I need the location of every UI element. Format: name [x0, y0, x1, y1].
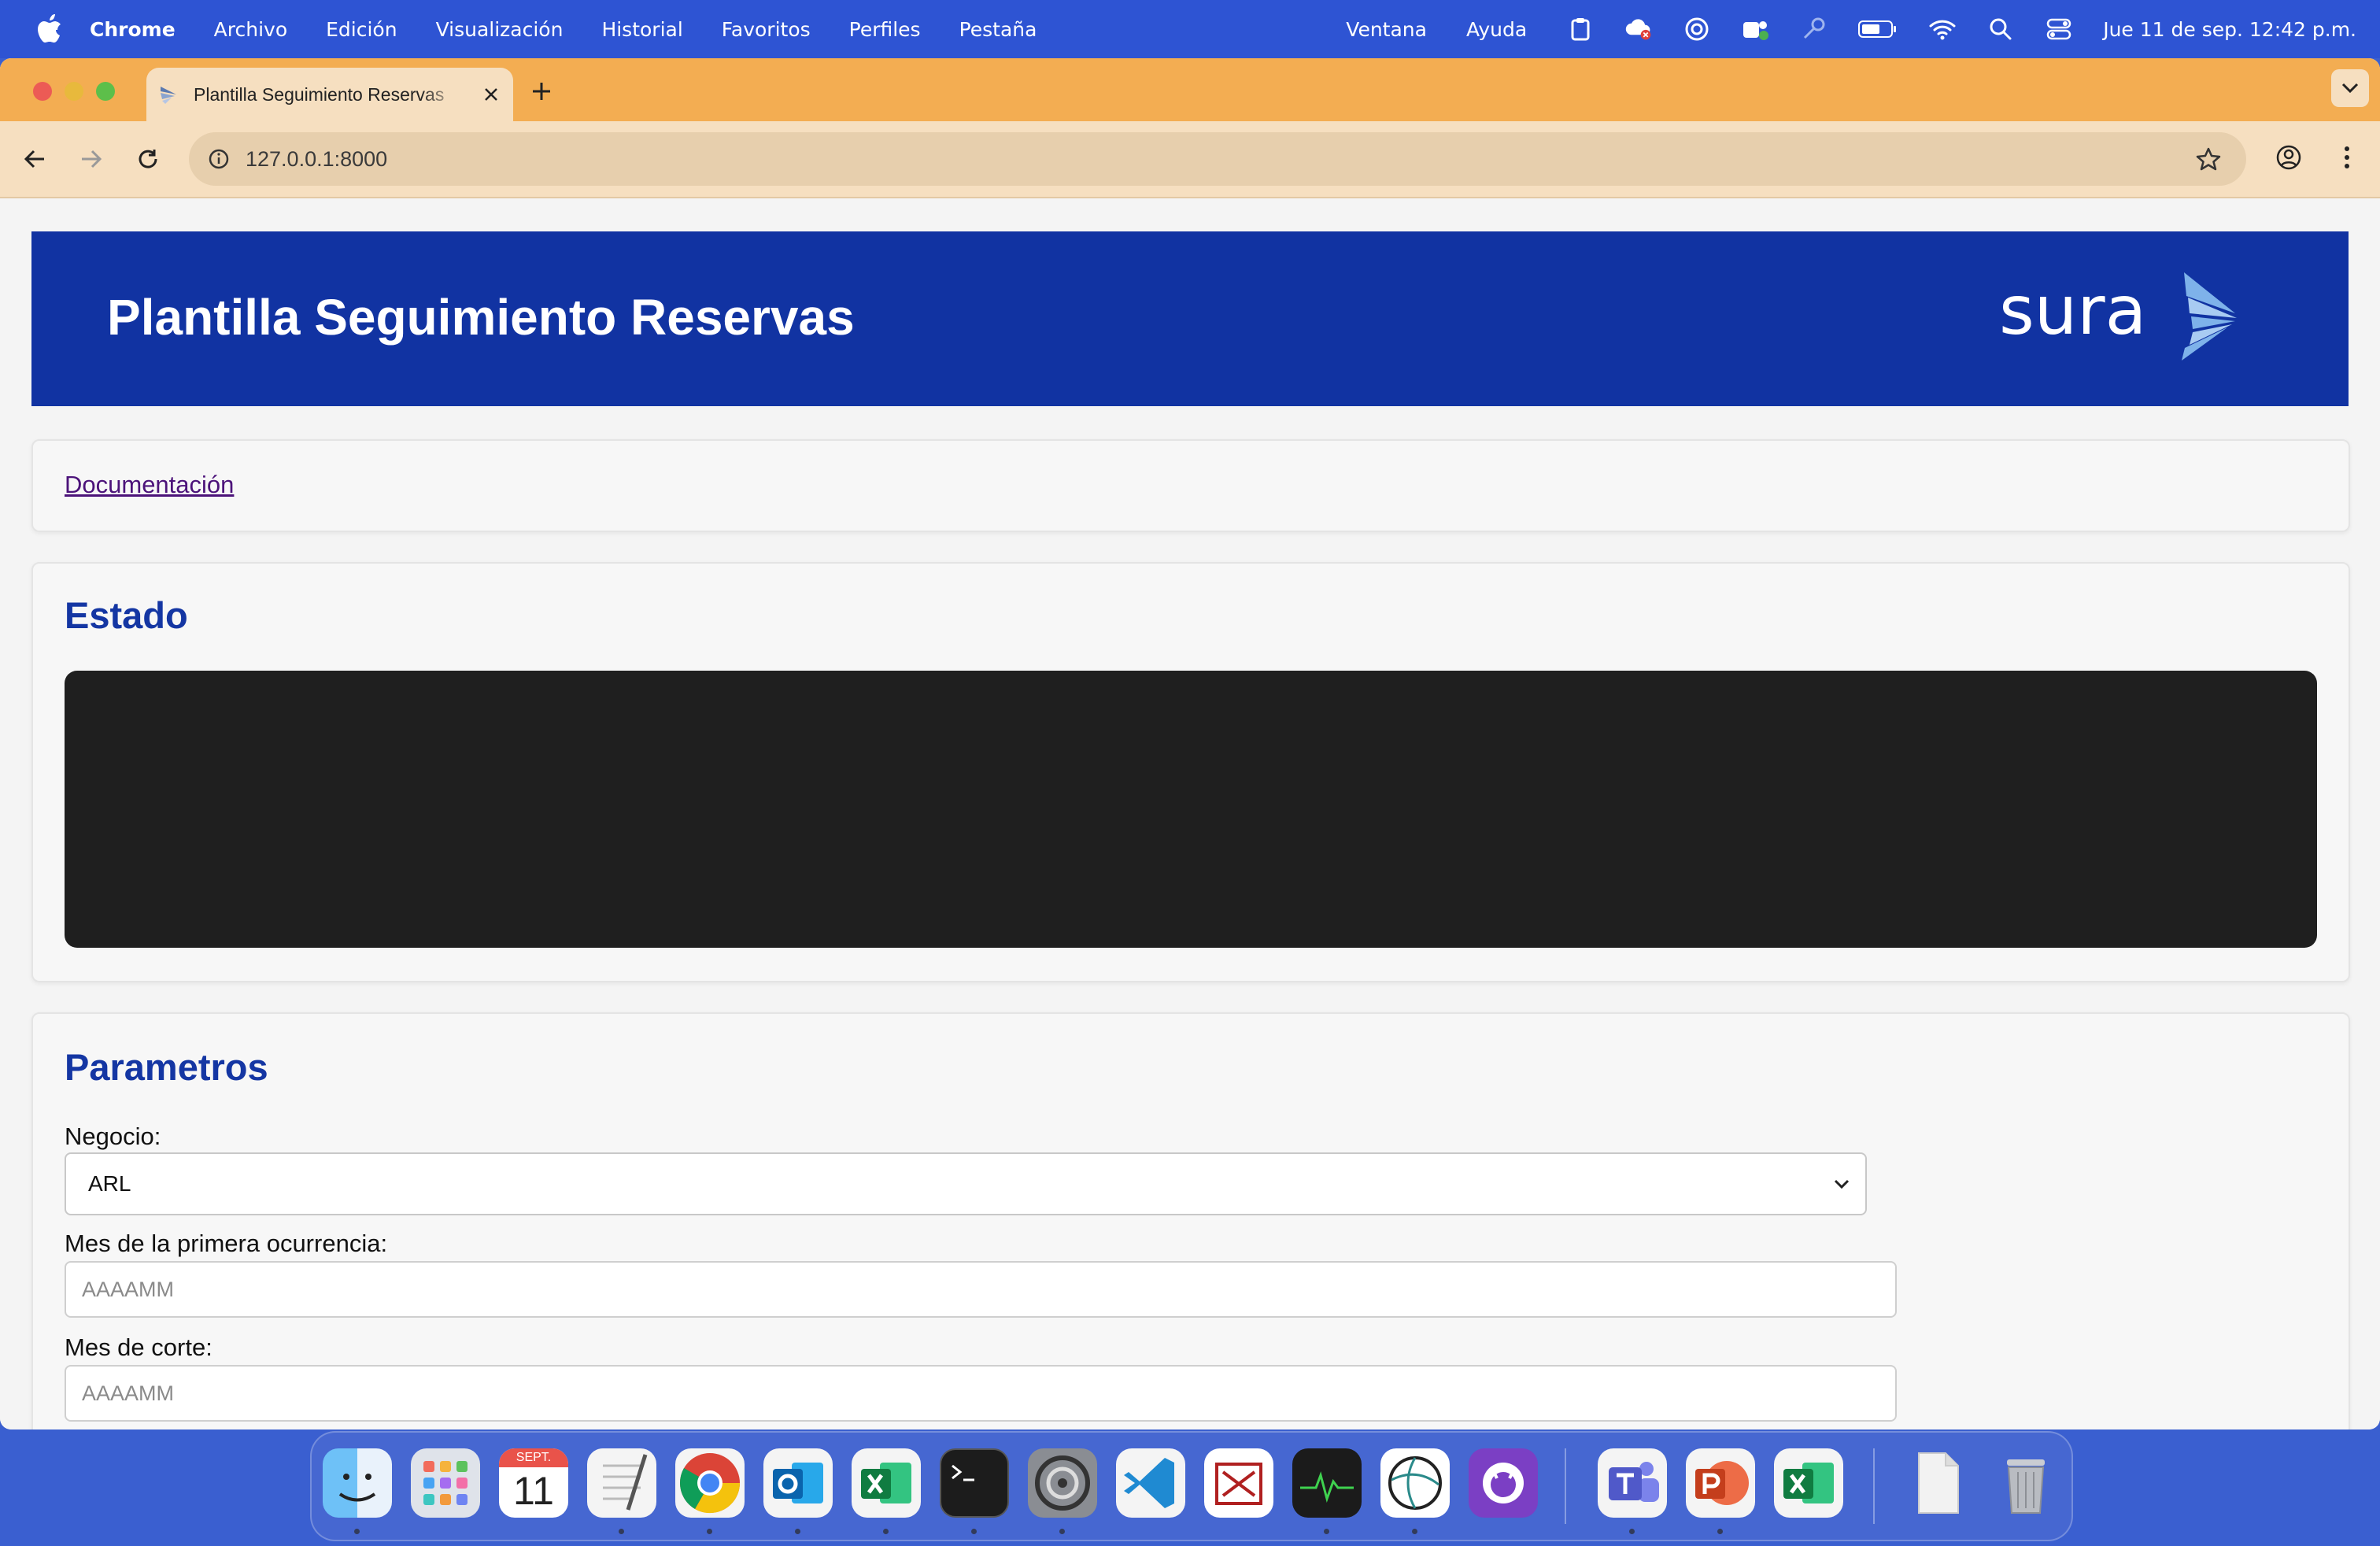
running-indicator — [795, 1529, 800, 1534]
calendar-month: SEPT. — [499, 1448, 568, 1467]
vpn-status-icon[interactable] — [1683, 15, 1711, 43]
teams-status-icon[interactable] — [1741, 15, 1769, 43]
apple-icon[interactable] — [31, 12, 66, 46]
menu-ventana[interactable]: Ventana — [1346, 18, 1427, 41]
tab-search-chevron-icon[interactable] — [2331, 69, 2369, 107]
page-content: Plantilla Seguimiento Reservas sura Docu… — [0, 198, 2380, 1429]
launchpad-icon[interactable] — [411, 1448, 480, 1518]
documentation-card: Documentación — [31, 439, 2350, 532]
control-center-icon[interactable] — [2045, 15, 2073, 43]
dock-separator — [1873, 1448, 1875, 1524]
sura-favicon-icon — [161, 87, 176, 104]
menu-archivo[interactable]: Archivo — [214, 18, 287, 41]
chrome-icon[interactable] — [675, 1448, 745, 1518]
textedit-icon[interactable] — [587, 1448, 656, 1518]
reload-icon[interactable] — [131, 142, 165, 176]
excel-icon[interactable] — [1774, 1448, 1843, 1518]
system-settings-icon[interactable] — [1028, 1448, 1097, 1518]
dock-separator — [1565, 1448, 1566, 1524]
address-bar[interactable]: 127.0.0.1:8000 — [189, 132, 2246, 186]
search-icon[interactable] — [1986, 15, 2015, 43]
page-title: Plantilla Seguimiento Reservas — [107, 289, 855, 346]
powerpoint-icon[interactable] — [1686, 1448, 1755, 1518]
mes-ocurrencia-input[interactable] — [65, 1261, 1897, 1318]
vscode-icon[interactable] — [1116, 1448, 1185, 1518]
menu-perfiles[interactable]: Perfiles — [849, 18, 921, 41]
macos-dock: SEPT. 11 — [310, 1431, 2073, 1541]
minimize-window-button[interactable] — [65, 82, 83, 101]
running-indicator — [883, 1529, 889, 1534]
site-info-icon[interactable] — [206, 146, 231, 172]
menu-historial[interactable]: Historial — [601, 18, 682, 41]
running-indicator — [1629, 1529, 1635, 1534]
close-window-button[interactable] — [33, 82, 52, 101]
menu-visualizacion[interactable]: Visualización — [436, 18, 564, 41]
running-indicator — [619, 1529, 624, 1534]
calendar-day: 11 — [513, 1469, 554, 1513]
running-indicator — [354, 1529, 360, 1534]
finder-icon[interactable] — [323, 1448, 392, 1518]
negocio-selected-value: ARL — [88, 1171, 131, 1196]
scrivener-icon[interactable] — [1204, 1448, 1273, 1518]
github-desktop-icon[interactable] — [1469, 1448, 1538, 1518]
bookmark-star-icon[interactable] — [2194, 145, 2223, 173]
outlook-icon[interactable] — [763, 1448, 833, 1518]
negocio-label: Negocio: — [65, 1123, 161, 1150]
document-icon[interactable] — [1903, 1448, 1972, 1518]
running-indicator — [1324, 1529, 1329, 1534]
url-text[interactable]: 127.0.0.1:8000 — [246, 147, 387, 172]
estado-card: Estado — [31, 562, 2350, 982]
menu-edicion[interactable]: Edición — [326, 18, 397, 41]
close-tab-icon[interactable] — [479, 82, 504, 107]
mes-corte-input[interactable] — [65, 1365, 1897, 1422]
cloud-error-icon[interactable] — [1624, 15, 1653, 43]
menu-ayuda[interactable]: Ayuda — [1466, 18, 1527, 41]
menu-pestana[interactable]: Pestaña — [959, 18, 1037, 41]
maximize-window-button[interactable] — [96, 82, 115, 101]
browser-window: Plantilla Seguimiento Reservas 127.0.0.1… — [0, 58, 2380, 1429]
header-banner: Plantilla Seguimiento Reservas sura — [31, 231, 2349, 406]
excel-icon[interactable] — [852, 1448, 921, 1518]
running-indicator — [1412, 1529, 1417, 1534]
status-console — [65, 671, 2317, 948]
tab-title: Plantilla Seguimiento Reservas — [194, 83, 445, 105]
macos-menubar: Chrome Archivo Edición Visualización His… — [0, 0, 2380, 58]
more-options-icon[interactable] — [2330, 140, 2364, 175]
browser-toolbar: 127.0.0.1:8000 — [0, 121, 2380, 198]
globe-app-icon[interactable] — [1380, 1448, 1450, 1518]
forward-arrow-icon[interactable] — [74, 142, 109, 176]
profile-avatar-icon[interactable] — [2271, 140, 2306, 175]
mes-corte-label: Mes de corte: — [65, 1333, 213, 1361]
menu-app-name[interactable]: Chrome — [90, 18, 176, 41]
clock-text[interactable]: Jue 11 de sep. 12:42 p.m. — [2103, 18, 2356, 41]
parametros-heading: Parametros — [65, 1046, 268, 1088]
running-indicator — [1717, 1529, 1723, 1534]
running-indicator — [971, 1529, 977, 1534]
activity-monitor-icon[interactable] — [1292, 1448, 1362, 1518]
running-indicator — [1059, 1529, 1065, 1534]
terminal-icon[interactable] — [940, 1448, 1009, 1518]
estado-heading: Estado — [65, 594, 188, 636]
wifi-icon[interactable] — [1928, 15, 1957, 43]
logo-text: sura — [1999, 272, 2146, 350]
mes-ocurrencia-label: Mes de la primera ocurrencia: — [65, 1230, 388, 1257]
back-arrow-icon[interactable] — [17, 142, 52, 176]
tab-strip: Plantilla Seguimiento Reservas — [0, 58, 2380, 121]
parametros-card: Parametros Negocio: ARL Mes de la primer… — [31, 1012, 2350, 1429]
key-icon[interactable] — [1799, 15, 1828, 43]
clipboard-status-icon[interactable] — [1566, 15, 1595, 43]
documentation-link[interactable]: Documentación — [65, 471, 234, 499]
negocio-select[interactable]: ARL — [65, 1152, 1867, 1215]
trash-icon[interactable] — [1991, 1448, 2060, 1518]
running-indicator — [707, 1529, 712, 1534]
battery-icon[interactable] — [1857, 15, 1898, 43]
chevron-down-icon — [1834, 1179, 1850, 1189]
menu-favoritos[interactable]: Favoritos — [722, 18, 811, 41]
teams-icon[interactable] — [1598, 1448, 1667, 1518]
new-tab-icon[interactable] — [527, 77, 556, 105]
sura-logo: sura — [1999, 272, 2251, 364]
active-tab[interactable]: Plantilla Seguimiento Reservas — [146, 68, 513, 121]
calendar-icon[interactable]: SEPT. 11 — [499, 1448, 568, 1518]
